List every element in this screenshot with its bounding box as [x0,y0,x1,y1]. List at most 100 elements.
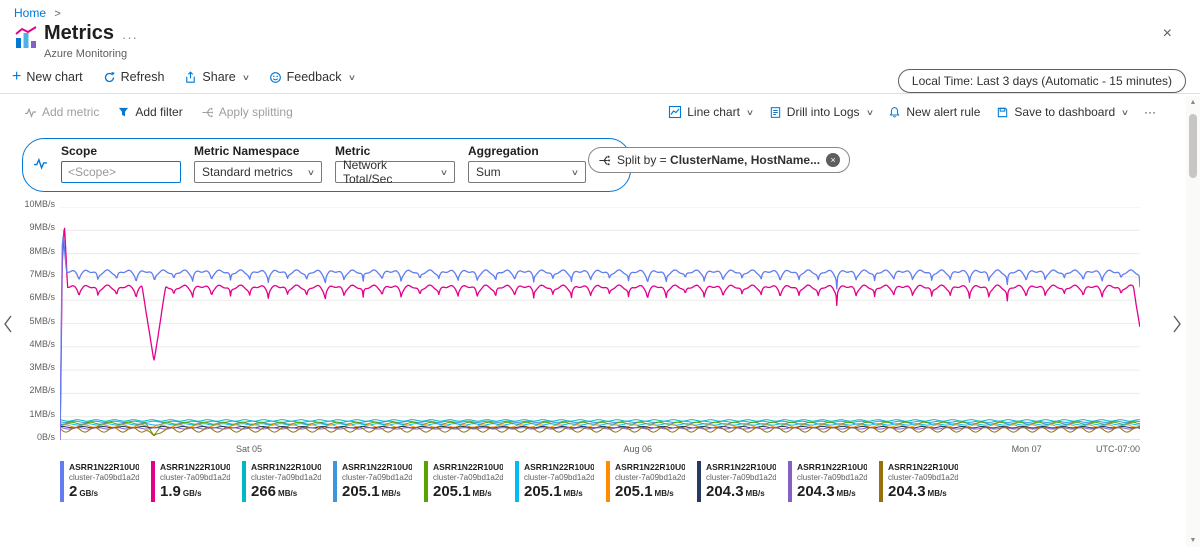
remove-split-button[interactable]: × [826,153,840,167]
legend-series-resource: cluster-7a09bd1a2d7b... [342,473,412,482]
y-axis-tick-label: 10MB/s [24,199,55,209]
scope-label: Scope [61,144,181,158]
add-filter-button[interactable]: Add filter [117,105,182,119]
add-metric-icon [24,106,37,119]
chart-plot[interactable] [60,207,1140,440]
legend-series-resource: cluster-7a09bd1a2d7b... [615,473,685,482]
metrics-blade: Home > Metrics ··· Azure Monitoring × + … [0,0,1200,547]
legend-series-resource: cluster-7a09bd1a2d7b... [433,473,503,482]
more-commands-button[interactable]: ··· [1144,105,1156,119]
legend-series-name: ASRR1N22R10U04, Loc... [342,462,412,472]
header-divider [0,93,1200,94]
share-label: Share [202,70,235,84]
legend-series-unit: MB/s [278,489,297,498]
metric-label: Metric [335,144,455,158]
legend-series-resource: cluster-7a09bd1a2d7b... [706,473,776,482]
time-range-picker[interactable]: Local Time: Last 3 days (Automatic - 15 … [898,69,1186,93]
y-axis-tick-label: 6MB/s [29,292,55,302]
legend-series-resource: cluster-7a09bd1a2d7b... [524,473,594,482]
metric-select[interactable]: Network Total/Sec ∨ [335,161,455,183]
legend-series-name: ASRR1N22R10U03, Met... [251,462,321,472]
legend-item[interactable]: ASRR1N22R10U03, Loc...cluster-7a09bd1a2d… [697,461,785,502]
legend-item[interactable]: ASRR1N22R10U04, Loc...cluster-7a09bd1a2d… [606,461,694,502]
legend-series-value: 2GB/s [69,484,148,501]
chart-type-button[interactable]: Line chart ∨ [668,105,753,119]
scrollbar-down-arrow-icon[interactable]: ▼ [1190,534,1197,547]
aggregation-label: Aggregation [468,144,586,158]
share-button[interactable]: Share ∨ [184,70,248,84]
series-line [60,228,1140,440]
y-axis-tick-label: 7MB/s [29,269,55,279]
new-alert-rule-button[interactable]: New alert rule [888,105,980,119]
legend-series-unit: MB/s [746,489,765,498]
legend-series-value: 204.3MB/s [888,484,967,501]
scroll-left-button[interactable] [3,314,14,334]
legend-series-value: 205.1MB/s [433,484,512,501]
chevron-down-icon: ∨ [347,73,355,82]
y-axis-tick-label: 0B/s [37,432,55,442]
plus-icon: + [12,71,21,83]
scrollbar-thumb[interactable] [1189,114,1197,178]
feedback-smiley-icon [269,71,282,84]
share-icon [184,71,197,84]
save-to-dashboard-button[interactable]: Save to dashboard ∨ [996,105,1128,119]
page-title: Metrics [44,22,114,45]
feedback-label: Feedback [287,70,342,84]
legend-series-value: 266MB/s [251,484,330,501]
add-metric-button[interactable]: Add metric [24,105,99,119]
scope-input[interactable] [61,161,181,183]
command-bar: + New chart Refresh Share ∨ [12,70,354,84]
legend-series-resource: cluster-7a09bd1a2d7b... [69,473,139,482]
x-axis-tick-label: Mon 07 [1012,444,1042,454]
filter-funnel-icon [117,106,130,119]
split-by-pill[interactable]: Split by = ClusterName, HostName... × [588,147,850,173]
legend-series-name: ASRR1N22R10U03, Loc... [706,462,776,472]
scrollbar-up-arrow-icon[interactable]: ▲ [1190,96,1197,109]
breadcrumb-home-link[interactable]: Home [14,6,46,20]
legend-series-unit: MB/s [837,489,856,498]
legend-series-unit: MB/s [564,489,583,498]
refresh-button[interactable]: Refresh [103,70,165,84]
chevron-down-icon: ∨ [1121,108,1129,117]
metric-config-container: Scope Metric Namespace Standard metrics … [22,138,631,192]
legend-series-resource: cluster-7a09bd1a2d7b... [797,473,867,482]
vertical-scrollbar[interactable]: ▲ ▼ [1186,96,1200,547]
split-icon [598,154,611,167]
add-filter-label: Add filter [135,105,182,119]
legend-item[interactable]: ASRR1N22R10U03, Hyp...cluster-7a09bd1a2d… [151,461,239,502]
x-axis-labels: UTC-07:00 Sat 05Aug 06Mon 07 [60,444,1140,456]
legend-series-value: 204.3MB/s [706,484,785,501]
legend-item[interactable]: ASRR1N22R10U03, Loc...cluster-7a09bd1a2d… [879,461,967,502]
namespace-select[interactable]: Standard metrics ∨ [194,161,322,183]
drill-into-logs-button[interactable]: Drill into Logs ∨ [769,105,873,119]
legend-item[interactable]: ASRR1N22R10U03, Loc...cluster-7a09bd1a2d… [788,461,876,502]
legend-item[interactable]: ASRR1N22R10U04, Loc...cluster-7a09bd1a2d… [515,461,603,502]
legend-series-name: ASRR1N22R10U03, Loc... [888,462,958,472]
chart-command-bar: Add metric Add filter Apply splitting [24,105,1156,119]
close-blade-button[interactable]: × [1157,25,1178,43]
x-axis-tick-label: Sat 05 [236,444,262,454]
namespace-field: Metric Namespace Standard metrics ∨ [194,144,322,183]
legend-item[interactable]: ASRR1N22R10U04, Loc...cluster-7a09bd1a2d… [333,461,421,502]
drill-into-logs-label: Drill into Logs [787,105,860,119]
legend: ASRR1N22R10U03, Met... cluster-7a09bd1a2d… [60,461,967,502]
scroll-right-button[interactable] [1171,314,1182,334]
save-icon [996,106,1009,119]
legend-item[interactable]: ASRR1N22R10U03, Met...cluster-7a09bd1a2d… [60,461,148,502]
feedback-button[interactable]: Feedback ∨ [269,70,355,84]
series-line [60,237,1140,440]
aggregation-select[interactable]: Sum ∨ [468,161,586,183]
legend-series-resource: cluster-7a09bd1a2d7b... [888,473,958,482]
apply-splitting-button[interactable]: Apply splitting [201,105,293,119]
new-chart-button[interactable]: + New chart [12,70,83,84]
header-more-button[interactable]: ··· [122,30,138,45]
chevron-down-icon: ∨ [571,168,579,177]
x-axis-tick-label: Aug 06 [624,444,653,454]
legend-item[interactable]: ASRR1N22R10U03, Met...cluster-7a09bd1a2d… [242,461,330,502]
series-line [60,428,1140,429]
namespace-label: Metric Namespace [194,144,322,158]
split-by-text: Split by = ClusterName, HostName... [617,153,820,167]
metric-pulse-icon [33,156,48,171]
apply-splitting-label: Apply splitting [219,105,293,119]
legend-item[interactable]: ASRR1N22R10U04, Loc...cluster-7a09bd1a2d… [424,461,512,502]
